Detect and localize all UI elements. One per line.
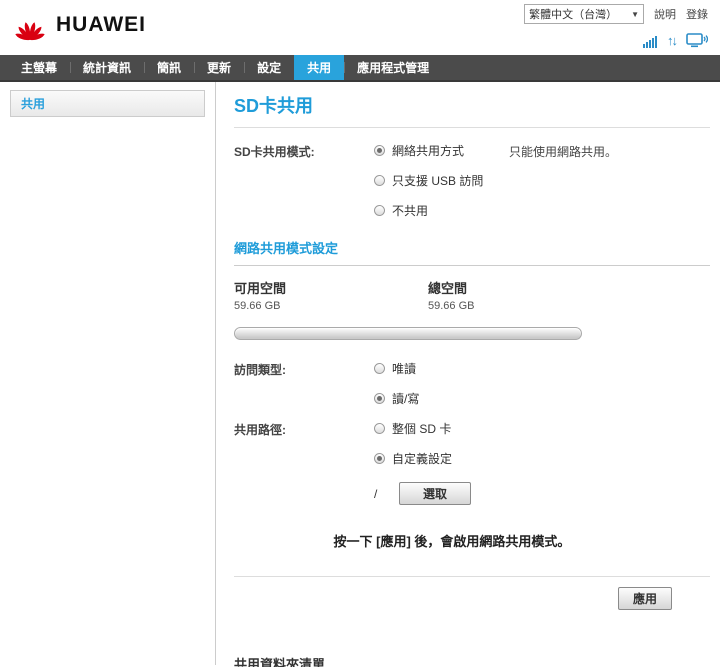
total-space-label: 總空間 (428, 281, 468, 296)
radio-label: 整個 SD 卡 (392, 422, 452, 436)
radio-read-only[interactable]: 唯讀 (374, 360, 511, 377)
radio-label: 唯讀 (392, 362, 417, 376)
monitor-wifi-icon (686, 33, 708, 48)
nav-item-statistics[interactable]: 統計資訊 (70, 55, 144, 80)
language-select[interactable]: 繁體中文（台灣） ▼ (524, 4, 644, 24)
apply-button[interactable]: 應用 (617, 587, 672, 610)
share-mode-note: 只能使用網路共用。 (509, 145, 618, 159)
radio-no-share[interactable]: 不共用 (374, 202, 509, 219)
logo-text: HUAWEI (56, 13, 146, 36)
nav-item-settings[interactable]: 設定 (244, 55, 294, 80)
nav-item-share[interactable]: 共用 (294, 55, 345, 80)
radio-icon (374, 423, 385, 434)
radio-icon (374, 363, 385, 374)
nav-item-home[interactable]: 主螢幕 (8, 55, 70, 80)
main-navbar: 主螢幕 統計資訊 簡訊 更新 設定 共用 應用程式管理 (0, 55, 720, 82)
page-title: SD卡共用 (234, 92, 710, 128)
radio-icon (374, 175, 385, 186)
available-space-label: 可用空間 (234, 281, 287, 296)
access-type-label: 訪問類型: (234, 363, 286, 377)
radio-icon (374, 145, 385, 156)
up-down-arrows-icon: ↑↓ (667, 33, 678, 48)
radio-icon (374, 393, 385, 404)
huawei-logo: HUAWEI (10, 8, 146, 42)
radio-network-share[interactable]: 網絡共用方式 (374, 142, 509, 159)
radio-label: 自定義設定 (392, 452, 453, 466)
radio-read-write[interactable]: 讀/寫 (374, 390, 511, 407)
network-share-heading: 網路共用模式設定 (234, 241, 339, 256)
radio-usb-only[interactable]: 只支援 USB 訪問 (374, 172, 509, 189)
help-link[interactable]: 說明 (654, 6, 676, 22)
nav-item-sms[interactable]: 簡訊 (144, 55, 194, 80)
custom-path-value: / (374, 486, 378, 501)
radio-label: 不共用 (392, 204, 429, 218)
share-mode-label: SD卡共用模式: (234, 145, 315, 159)
radio-entire-sd[interactable]: 整個 SD 卡 (374, 420, 511, 437)
main-panel: SD卡共用 SD卡共用模式: 網絡共用方式 只支援 USB 訪問 不共用 只能使… (216, 82, 720, 667)
sidebar-item-share[interactable]: 共用 (10, 90, 205, 117)
chevron-down-icon: ▼ (631, 9, 639, 19)
apply-note: 按一下 [應用] 後，會啟用網路共用模式。 (333, 534, 571, 549)
folder-list-heading: 共用資料夾清單 (234, 657, 326, 667)
radio-label: 讀/寫 (392, 392, 420, 406)
share-path-label: 共用路徑: (234, 423, 286, 437)
top-header: HUAWEI 繁體中文（台灣） ▼ 說明 登錄 ↑↓ (0, 0, 720, 55)
storage-usage-bar (234, 327, 582, 340)
available-space-value: 59.66 GB (234, 300, 281, 312)
radio-icon (374, 205, 385, 216)
language-select-value: 繁體中文（台灣） (529, 9, 618, 21)
browse-button[interactable]: 選取 (399, 482, 471, 505)
login-link[interactable]: 登錄 (686, 6, 708, 22)
nav-item-app-management[interactable]: 應用程式管理 (344, 55, 442, 80)
total-space-value: 59.66 GB (428, 300, 475, 312)
radio-icon (374, 453, 385, 464)
radio-custom-path[interactable]: 自定義設定 (374, 450, 511, 467)
sidebar: 共用 (0, 82, 216, 665)
radio-label: 只支援 USB 訪問 (392, 174, 484, 188)
radio-label: 網絡共用方式 (392, 144, 465, 158)
huawei-flower-icon (15, 22, 45, 41)
nav-item-update[interactable]: 更新 (194, 55, 244, 80)
signal-bars-icon (643, 36, 657, 48)
